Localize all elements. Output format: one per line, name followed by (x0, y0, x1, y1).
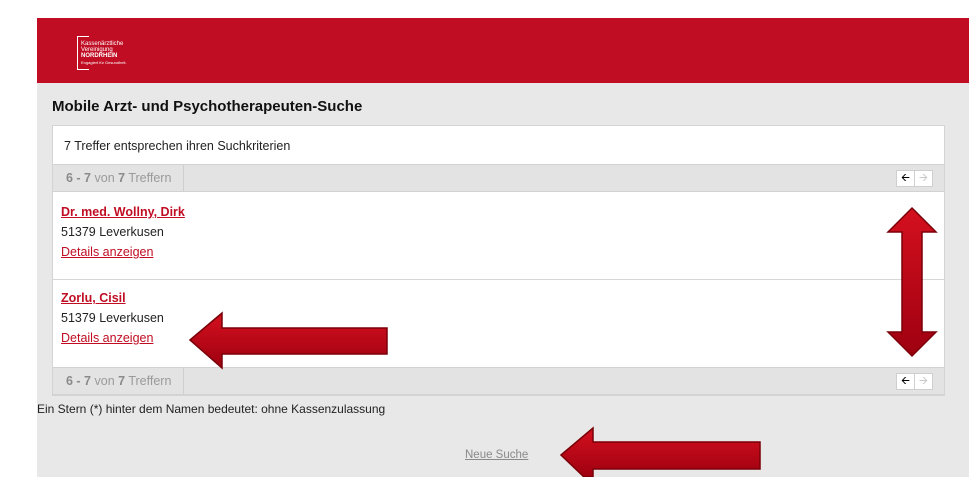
arrow-right-icon[interactable]: 🡪 (915, 374, 932, 389)
new-search-link[interactable]: Neue Suche (465, 449, 528, 461)
arrow-left-icon[interactable]: 🡨 (897, 171, 915, 186)
arrow-left-icon[interactable]: 🡨 (897, 374, 915, 389)
doctor-city: 51379 Leverkusen (61, 225, 164, 239)
doctor-city: 51379 Leverkusen (61, 311, 164, 325)
results-summary: 7 Treffer entsprechen ihren Suchkriterie… (64, 139, 291, 153)
doctor-name-link[interactable]: Dr. med. Wollny, Dirk (61, 205, 185, 219)
arrow-right-icon[interactable]: 🡪 (915, 171, 932, 186)
logo-tagline: Engagiert für Gesundheit. (81, 60, 127, 65)
logo-line-3: NORDRHEIN (81, 53, 118, 59)
pager-top: 6 - 7 von 7 Treffern 🡨 🡪 (53, 164, 944, 192)
details-link[interactable]: Details anzeigen (61, 331, 153, 345)
pager-range-text: 6 - 7 von 7 Treffern (53, 165, 184, 191)
pager-total: 7 (118, 171, 126, 185)
results-panel: 7 Treffer entsprechen ihren Suchkriterie… (52, 125, 945, 396)
pager-range-text: 6 - 7 von 7 Treffern (53, 368, 184, 394)
list-item: Dr. med. Wollny, Dirk 51379 Leverkusen D… (53, 193, 944, 279)
pager-nav: 🡨 🡪 (896, 373, 933, 390)
footnote: Ein Stern (*) hinter dem Namen bedeutet:… (37, 402, 386, 416)
details-link[interactable]: Details anzeigen (61, 245, 153, 259)
page-title: Mobile Arzt- und Psychotherapeuten-Suche (52, 98, 363, 115)
logo-bracket-top (77, 36, 89, 37)
logo-bracket-left (77, 36, 78, 70)
pager-von: von (94, 171, 115, 185)
kvno-logo[interactable]: Kassenärztliche Vereinigung NORDRHEIN En… (77, 36, 147, 76)
logo-bracket-bottom (77, 69, 89, 70)
pager-von: von (94, 374, 115, 388)
pager-bottom: 6 - 7 von 7 Treffern 🡨 🡪 (53, 367, 944, 395)
pager-suffix: Treffern (128, 374, 172, 388)
pager-range: 6 - 7 (66, 374, 92, 388)
left-margin (0, 0, 37, 477)
pager-range: 6 - 7 (66, 171, 92, 185)
site-header (37, 18, 969, 83)
pager-nav: 🡨 🡪 (896, 170, 933, 187)
list-item: Zorlu, Cisil 51379 Leverkusen Details an… (53, 279, 944, 365)
pager-suffix: Treffern (128, 171, 172, 185)
doctor-name-link[interactable]: Zorlu, Cisil (61, 291, 126, 305)
pager-total: 7 (118, 374, 126, 388)
